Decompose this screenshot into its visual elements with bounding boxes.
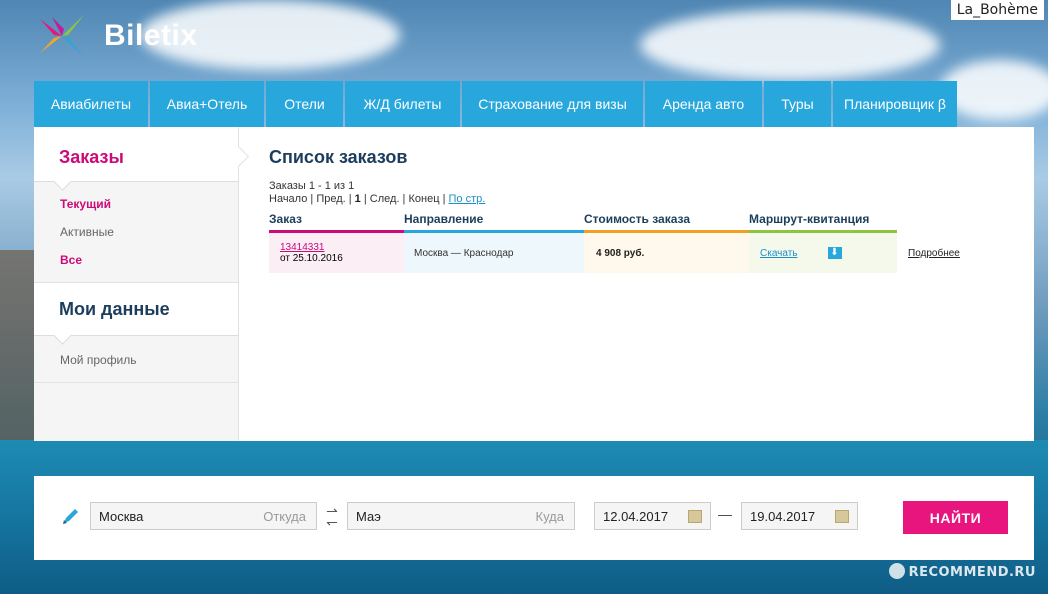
order-date: от 25.10.2016 [280,253,343,264]
nav-item-visa-insurance[interactable]: Страхование для визы [462,81,643,127]
destination-field[interactable]: Маэ Куда [347,502,575,530]
pager-current: 1 [354,193,361,205]
main-nav: Авиабилеты Авиа+Отель Отели Ж/Д билеты С… [34,81,959,127]
download-link[interactable]: Скачать [760,248,798,259]
find-button[interactable]: НАЙТИ [903,501,1008,534]
origin-field[interactable]: Москва Откуда [90,502,317,530]
return-date-value: 19.04.2017 [750,508,816,524]
page-title: Список заказов [269,147,408,167]
caret-right-indicator [227,145,250,168]
orders-content: Список заказов Заказы 1 - 1 из 1 Начало … [269,147,1009,273]
origin-placeholder: Откуда [263,508,306,524]
recommend-logo-icon [888,563,905,579]
pager-start[interactable]: Начало [269,193,307,205]
calendar-icon[interactable] [688,509,702,523]
pager-prev[interactable]: Пред. [316,193,345,205]
swap-directions-icon[interactable]: ⇀ ↽ [325,504,339,529]
route-cell: Москва — Краснодар [404,233,584,273]
price-cell: 4 908 руб. [584,233,749,273]
order-id-link[interactable]: 13414331 [280,242,325,253]
sidebar-mydata-heading: Мои данные [34,283,238,345]
orders-table-header: Заказ Направление Стоимость заказа Маршр… [269,212,1009,233]
sidebar-item-active[interactable]: Активные [34,218,238,246]
pager: Начало | Пред. | 1 | След. | Конец | По … [269,193,486,205]
return-date-field[interactable]: 19.04.2017 [741,502,858,530]
orders-panel: Заказы Текущий Активные Все Мои данные М… [34,127,1034,441]
nav-item-hotels[interactable]: Отели [266,81,343,127]
nav-item-car-rental[interactable]: Аренда авто [645,81,762,127]
table-row: 13414331 от 25.10.2016 Москва — Краснода… [269,233,1009,273]
date-separator: — [718,506,732,522]
nav-item-flight-hotel[interactable]: Авиа+Отель [150,81,264,127]
calendar-icon[interactable] [835,509,849,523]
sidebar-item-all[interactable]: Все [34,246,238,274]
divider [34,374,238,383]
download-arrow-icon[interactable]: ⬇ [827,247,842,259]
background-rock [0,250,38,450]
sidebar-mydata-title: Мои данные [59,299,170,319]
sidebar-item-profile[interactable]: Мой профиль [34,346,238,374]
pager-per-page-link[interactable]: По стр. [449,193,486,205]
logo-text: Biletix [104,19,198,52]
column-header-itinerary: Маршрут-квитанция [749,212,897,233]
sidebar-orders-title: Заказы [59,147,124,167]
site-watermark: RECOMMEND.RU [888,563,1036,580]
divider [34,274,238,283]
column-header-route: Направление [404,212,584,233]
nav-item-tours[interactable]: Туры [764,81,831,127]
biletix-logo-icon [40,15,84,57]
destination-value: Маэ [356,508,381,524]
details-link[interactable]: Подробнее [908,248,960,259]
user-watermark: La_Bohème [950,0,1044,20]
account-sidebar: Заказы Текущий Активные Все Мои данные М… [34,127,250,441]
pager-next[interactable]: След. [370,193,400,205]
biletix-logo[interactable]: Biletix [34,10,198,62]
nav-item-planner[interactable]: Планировщик β [833,81,957,127]
pencil-icon[interactable] [60,505,82,527]
destination-placeholder: Куда [535,508,564,524]
details-cell: Подробнее [897,233,960,273]
pager-end[interactable]: Конец [408,193,439,205]
nav-item-flights[interactable]: Авиабилеты [34,81,148,127]
order-cell: 13414331 от 25.10.2016 [269,233,404,273]
departure-date-field[interactable]: 12.04.2017 [594,502,711,530]
itinerary-cell: Скачать ⬇ [749,233,897,273]
site-watermark-text: RECOMMEND.RU [908,565,1036,580]
sidebar-orders-heading: Заказы [34,127,250,191]
column-header-price: Стоимость заказа [584,212,749,233]
nav-item-trains[interactable]: Ж/Д билеты [345,81,460,127]
column-header-order: Заказ [269,212,404,233]
background-cloud [640,10,940,80]
origin-value: Москва [99,508,144,524]
sidebar-item-current[interactable]: Текущий [34,190,238,218]
departure-date-value: 12.04.2017 [603,508,669,524]
pager-summary: Заказы 1 - 1 из 1 [269,180,355,192]
flight-search-bar: Москва Откуда ⇀ ↽ Маэ Куда 12.04.2017 — 1… [34,476,1034,560]
